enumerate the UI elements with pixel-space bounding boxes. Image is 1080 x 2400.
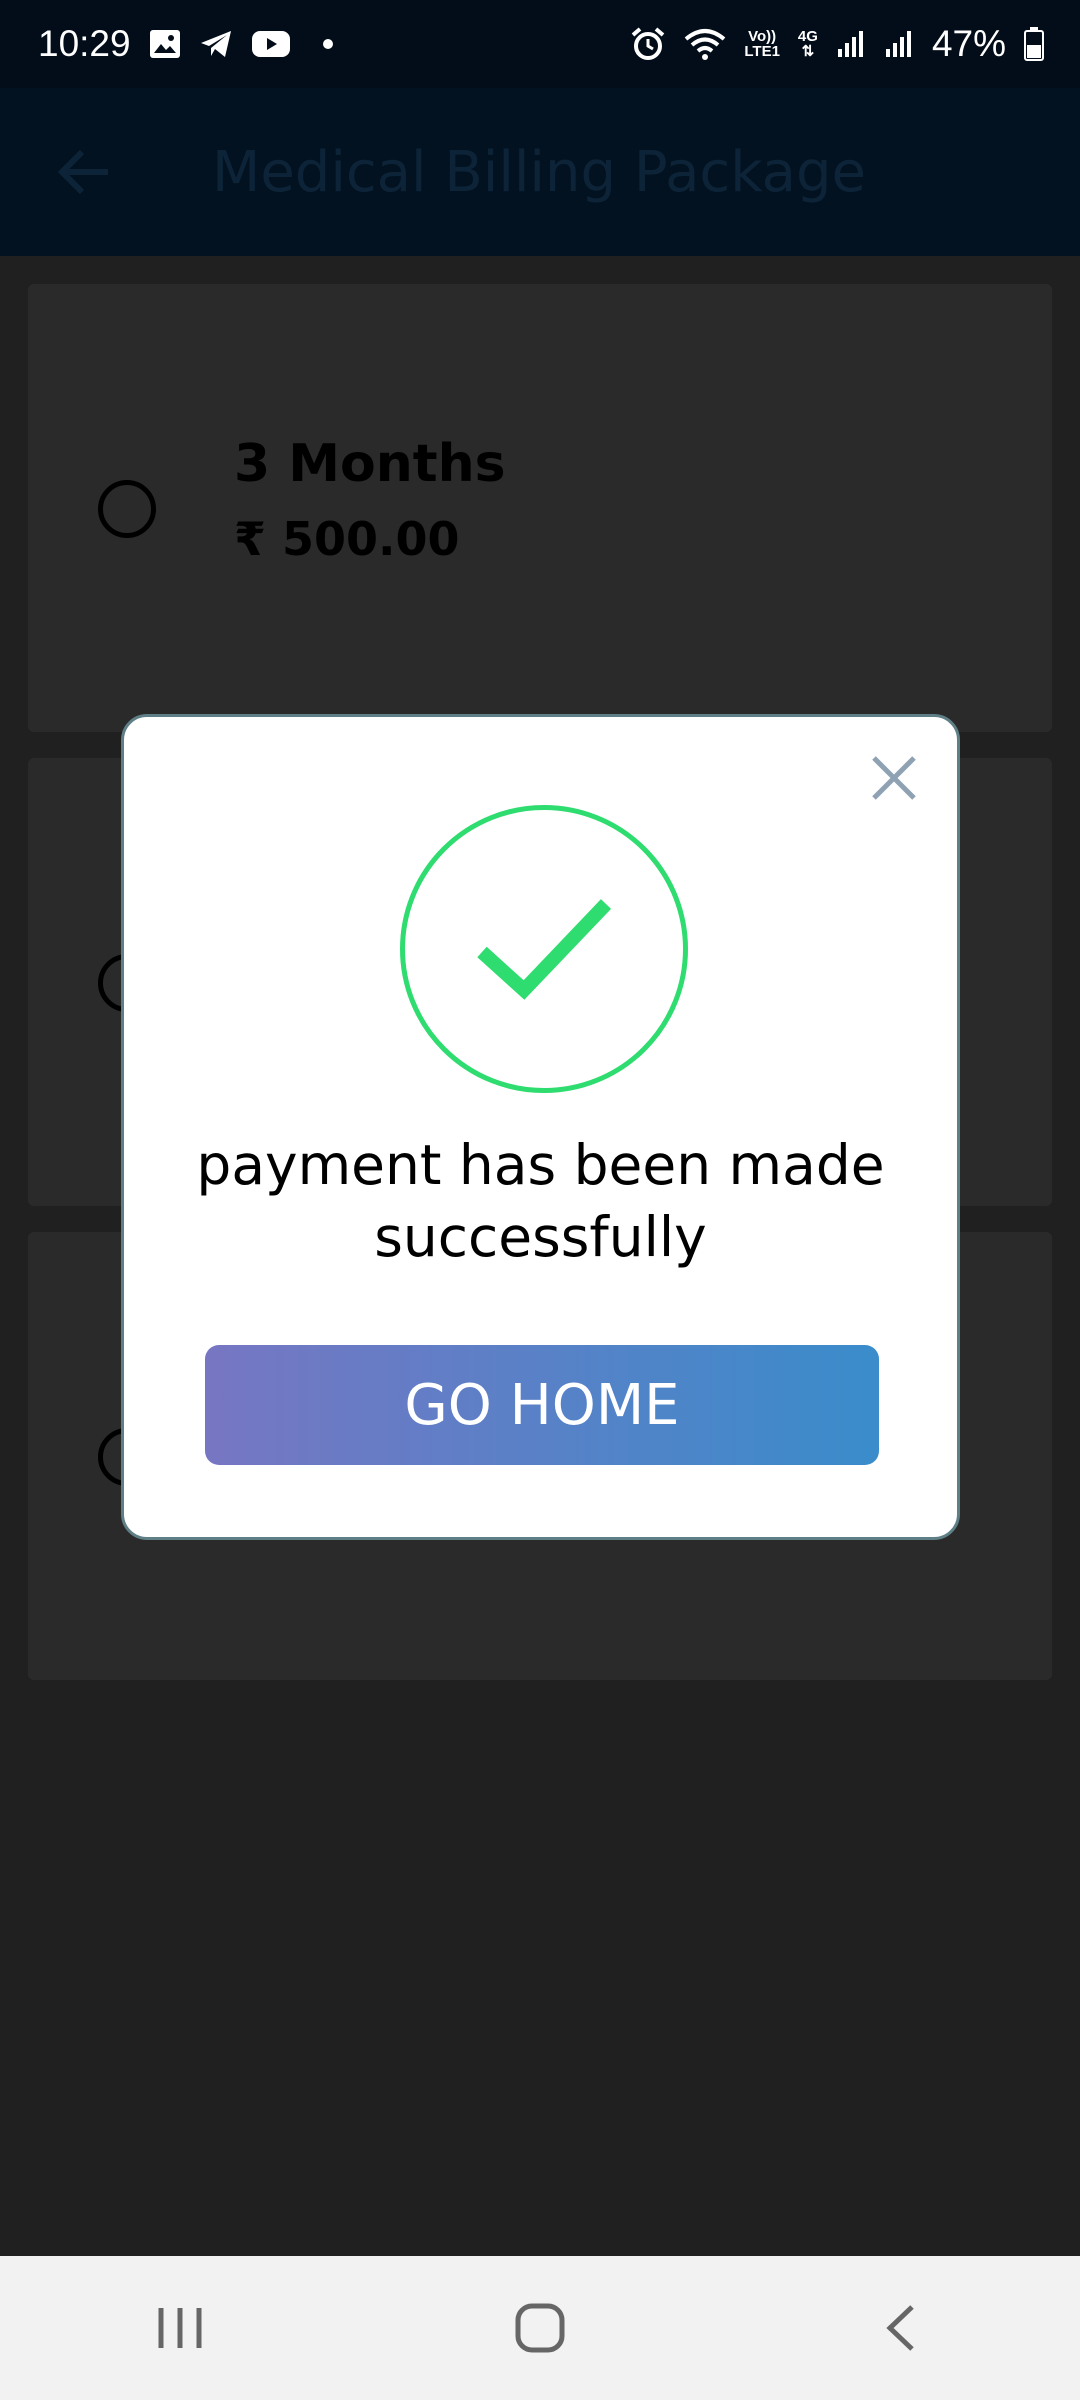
alarm-icon xyxy=(630,26,666,62)
check-icon xyxy=(477,899,612,1000)
status-time: 10:29 xyxy=(38,23,131,64)
network-type: Vo)) LTE1 xyxy=(744,29,780,59)
home-icon xyxy=(515,2303,565,2353)
notification-dot-icon xyxy=(322,39,333,49)
data-arrows-icon: ⇅ xyxy=(801,43,815,60)
close-button[interactable] xyxy=(861,745,927,811)
status-right: Vo)) LTE1 4G ⇅ 47% xyxy=(630,23,1044,65)
telegram-icon xyxy=(199,29,233,59)
network-lte-label: LTE1 xyxy=(744,43,780,60)
battery-percent: 47% xyxy=(931,23,1006,64)
home-button[interactable] xyxy=(480,2278,600,2378)
network-voice-label: Vo)) xyxy=(748,28,777,45)
network-gen: 4G ⇅ xyxy=(798,29,818,59)
youtube-icon xyxy=(251,29,291,59)
wifi-icon xyxy=(684,27,726,61)
system-nav-bar xyxy=(0,2256,1080,2400)
check-circle-icon xyxy=(400,805,688,1093)
back-nav-button[interactable] xyxy=(840,2278,960,2378)
success-message: payment has been made successfully xyxy=(196,1133,885,1269)
arrow-left-icon xyxy=(58,150,108,194)
gallery-icon xyxy=(149,29,181,59)
app-bar: Medical Billing Package xyxy=(0,88,1080,256)
package-card[interactable]: 3 Months ₹ 500.00 xyxy=(28,284,1052,732)
success-dialog: payment has been made successfully GO HO… xyxy=(121,714,960,1540)
recent-apps-button[interactable] xyxy=(120,2278,240,2378)
go-home-button[interactable]: GO HOME xyxy=(205,1345,879,1465)
recent-apps-icon xyxy=(158,2308,202,2348)
package-duration: 3 Months xyxy=(234,434,506,494)
status-bar: 10:29 Vo)) LTE1 4G ⇅ 47% xyxy=(0,0,1080,88)
status-left: 10:29 xyxy=(38,23,333,65)
signal-icon xyxy=(836,29,866,59)
radio-button[interactable] xyxy=(98,480,156,538)
close-icon xyxy=(872,756,916,800)
page-title: Medical Billing Package xyxy=(212,139,866,205)
signal-icon xyxy=(884,29,914,59)
battery-icon xyxy=(1024,27,1044,61)
back-button[interactable] xyxy=(48,136,120,208)
back-icon xyxy=(886,2305,914,2351)
network-gen-label: 4G xyxy=(797,28,818,45)
package-price: ₹ 500.00 xyxy=(234,512,460,566)
